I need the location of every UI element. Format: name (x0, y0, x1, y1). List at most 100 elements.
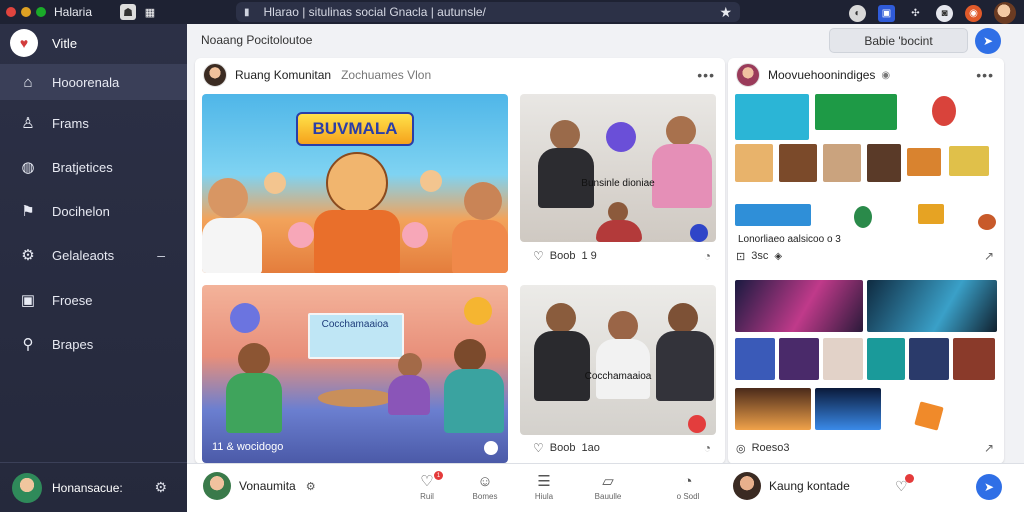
thumb-tile[interactable] (735, 280, 863, 332)
thumb-tile[interactable] (735, 204, 811, 226)
share-arrow-icon[interactable]: ↗ (984, 249, 994, 263)
comment-icon[interactable]: ◔ (704, 441, 711, 455)
post-main-image[interactable]: BUVMALA (202, 94, 508, 273)
more-options-icon[interactable]: ••• (976, 67, 994, 83)
contact-user[interactable]: Kaung kontade (733, 472, 850, 500)
thumb-tile[interactable] (779, 144, 817, 182)
thumb-tile[interactable] (867, 144, 901, 182)
tab-grid-icon[interactable]: ▦ (142, 4, 158, 20)
sidebar-item-search[interactable]: ⚲ Brapes (0, 326, 187, 362)
sidebar-profile[interactable]: ♥ Vitle (0, 24, 187, 62)
sidebar-item-photos[interactable]: ▣ Froese (0, 282, 187, 318)
card-footer: ♡ Boob 1 9 ◔ (525, 242, 721, 270)
thumb-tile[interactable] (932, 96, 956, 126)
user-avatar[interactable] (994, 2, 1016, 24)
compose-button[interactable]: ➤ (975, 28, 1001, 54)
photo-person (238, 343, 270, 375)
settings-icon[interactable]: ⚙ (154, 479, 167, 496)
thumb-tile[interactable] (909, 338, 949, 380)
thumb-tile[interactable] (779, 338, 819, 380)
contact-avatar[interactable] (733, 472, 761, 500)
share-icon[interactable]: ⊡ (736, 250, 745, 263)
thumb-tile[interactable] (918, 204, 944, 224)
download-icon[interactable]: ◙ (936, 4, 953, 22)
more-options-icon[interactable]: ••• (697, 67, 715, 83)
post-photo-3[interactable]: Cocchamaaioa (520, 285, 716, 435)
sidebar-item-settings[interactable]: ⚙ Gelaleaots – (0, 237, 187, 273)
photo-person (398, 353, 422, 377)
maximize-window-button[interactable] (36, 7, 46, 17)
post-subtitle: Zochuames Vlon (341, 68, 432, 82)
send-button[interactable]: ➤ (976, 474, 1002, 500)
comment-icon[interactable]: ◔ (704, 249, 711, 263)
media-control-icon[interactable] (484, 441, 498, 455)
thumb-tile[interactable] (867, 338, 905, 380)
extensions-icon[interactable]: ✣ (907, 5, 924, 22)
thumb-tile[interactable] (735, 144, 773, 182)
sidebar-item-label: Froese (52, 292, 93, 308)
account-icon[interactable]: ◐ (849, 4, 866, 22)
pin-icon[interactable]: ◈ (774, 251, 782, 262)
notification-badge (904, 474, 914, 483)
bottom-user[interactable]: Vonaumita ⚙ (203, 472, 316, 500)
user-avatar[interactable] (203, 472, 231, 500)
share-icon[interactable]: ◎ (736, 442, 746, 455)
chat-icon: ◔ (683, 473, 693, 490)
close-window-button[interactable] (6, 7, 16, 17)
bottom-bar: Vonaumita ⚙ ♡ 1 Ruil ☺ Bomes ☰ Hiula ▱ B… (187, 463, 1024, 512)
like-icon[interactable]: ♡ (533, 249, 544, 263)
post-author[interactable]: Ruang Komunitan (235, 68, 331, 82)
thumb-tile[interactable] (823, 144, 861, 182)
tab-label: o Sodl (676, 492, 700, 501)
settings-icon[interactable]: ◉ (965, 4, 982, 22)
translate-icon[interactable]: ▣ (878, 4, 895, 22)
thumb-tile[interactable] (949, 146, 989, 176)
collapse-dash-icon[interactable]: – (157, 247, 165, 263)
sidebar-item-games[interactable]: ◍ Bratjetices (0, 149, 187, 185)
thumb-tile[interactable] (907, 148, 941, 176)
thumb-tile[interactable] (735, 94, 809, 140)
thumb-tile[interactable] (815, 94, 897, 130)
notification-icon[interactable]: ♡ (895, 474, 914, 495)
photo-person (668, 303, 698, 333)
post-photo-1[interactable]: Bunsinle dioniae (520, 94, 716, 242)
sidebar-item-friends[interactable]: ♙ Frams (0, 105, 187, 141)
thumb-tile[interactable] (735, 388, 811, 430)
tab-emotes[interactable]: ☺ Bomes (465, 473, 505, 501)
sidebar-item-pages[interactable]: ⚑ Docihelon (0, 193, 187, 229)
thumb-tile[interactable] (953, 338, 995, 380)
photo-person (454, 339, 486, 371)
like-icon[interactable]: ♡ (533, 441, 544, 455)
photo-caption: Bunsinle dioniae (581, 178, 655, 189)
thumb-tile[interactable] (914, 401, 944, 431)
photo-badge (688, 415, 706, 433)
header-action-button[interactable]: Babie 'bocint (829, 28, 968, 53)
photo-person (656, 331, 714, 401)
tab-icon[interactable]: ☗ (120, 4, 136, 20)
footer-avatar[interactable] (12, 472, 42, 503)
play-icon[interactable] (690, 224, 708, 242)
panel-footer-label: 3sc (751, 250, 769, 262)
illustration-figure (420, 170, 442, 192)
tab-saved[interactable]: ▱ Bauulle (588, 473, 628, 501)
thumb-tile[interactable] (823, 338, 863, 380)
tab-likes[interactable]: ♡ 1 Ruil (407, 471, 447, 501)
thumb-tile[interactable] (735, 338, 775, 380)
sidebar-item-home[interactable]: ⌂ Hooorenala (0, 64, 187, 100)
tab-chat[interactable]: ◔ o Sodl (668, 473, 708, 501)
thumb-tile[interactable] (815, 388, 881, 430)
post-photo-2[interactable]: Cocchamaaioa 11 & wocidogo (202, 285, 508, 463)
tab-list[interactable]: ☰ Hiula (524, 473, 564, 501)
share-arrow-icon[interactable]: ↗ (984, 441, 994, 455)
settings-icon[interactable]: ⚙ (306, 480, 316, 493)
panel-avatar[interactable] (736, 63, 760, 87)
panel-title[interactable]: Moovuehoonindiges (768, 68, 875, 82)
sidebar: ♥ Vitle ⌂ Hooorenala ♙ Frams ◍ Bratjetic… (0, 24, 192, 512)
minimize-window-button[interactable] (21, 7, 31, 17)
address-bar[interactable]: ▮ Hlarao | situlinas social Gnacla | aut… (236, 2, 740, 22)
thumb-tile[interactable] (854, 206, 872, 228)
bookmark-star-icon[interactable]: ★ (719, 4, 732, 21)
thumb-tile[interactable] (978, 214, 996, 230)
author-avatar[interactable] (203, 63, 227, 87)
thumb-tile[interactable] (867, 280, 997, 332)
